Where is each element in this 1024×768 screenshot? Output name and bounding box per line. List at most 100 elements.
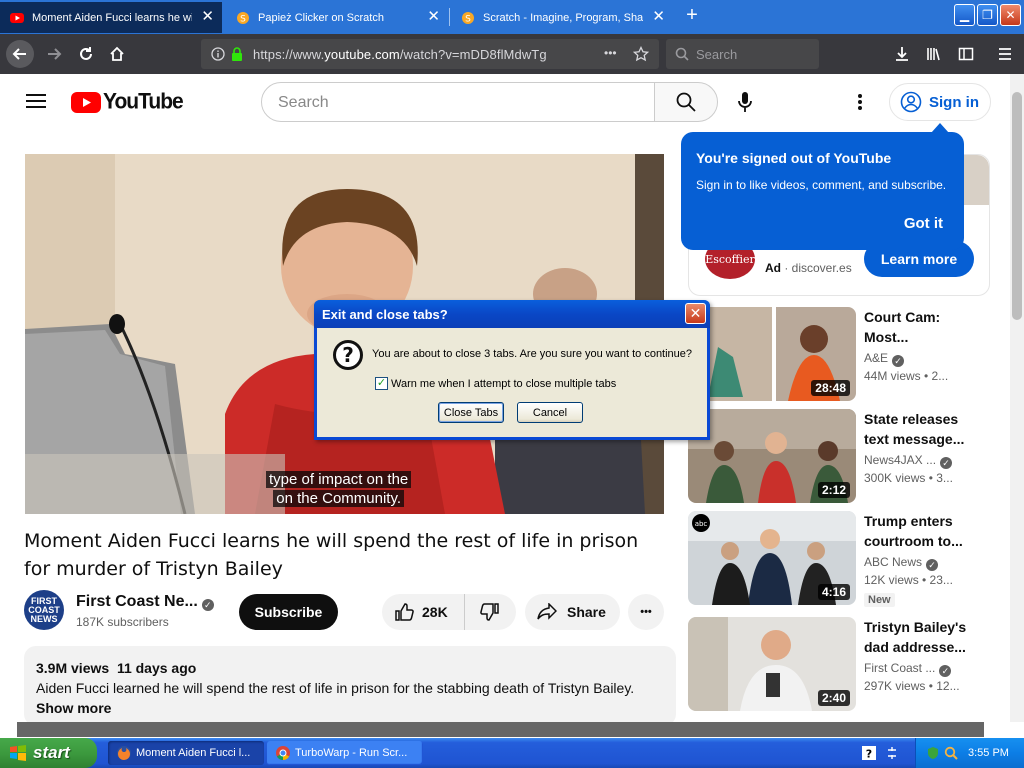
- taskbar-item-firefox[interactable]: Moment Aiden Fucci l...: [108, 741, 264, 765]
- minimize-button[interactable]: ▁: [954, 4, 975, 26]
- horizontal-scrollbar[interactable]: [17, 722, 984, 737]
- subscribe-button[interactable]: Subscribe: [239, 594, 338, 630]
- start-button[interactable]: start: [0, 738, 97, 768]
- channel-avatar[interactable]: FIRST COAST NEWS: [24, 590, 64, 630]
- search-icon: [675, 47, 689, 61]
- search-input[interactable]: Search: [261, 82, 655, 122]
- vertical-scrollbar[interactable]: [1010, 74, 1024, 722]
- more-actions-button[interactable]: •••: [628, 594, 664, 630]
- channel-name[interactable]: First Coast Ne... ✓: [76, 593, 214, 611]
- window-close-button[interactable]: ✕: [1000, 4, 1021, 26]
- warn-checkbox-label[interactable]: Warn me when I attempt to close multiple…: [391, 378, 616, 390]
- video-title[interactable]: Court Cam: Most...: [864, 307, 982, 347]
- video-duration: 4:16: [817, 584, 850, 600]
- tab-youtube[interactable]: Moment Aiden Fucci learns he will s ✕: [0, 2, 222, 33]
- description-box[interactable]: 3.9M views 11 days ago Aiden Fucci learn…: [24, 646, 676, 726]
- browser-search-field[interactable]: Search: [666, 39, 819, 69]
- close-icon[interactable]: ✕: [201, 9, 214, 25]
- warn-checkbox[interactable]: ✓: [375, 377, 388, 390]
- download-icon: [896, 47, 908, 61]
- recommended-video[interactable]: 28:48 Court Cam: Most... A&E ✓ 44M views …: [688, 307, 988, 401]
- scrollbar-thumb[interactable]: [1012, 92, 1022, 320]
- dialog-close-button[interactable]: ✕: [685, 303, 706, 324]
- reload-button[interactable]: [72, 40, 100, 68]
- taskbar-item-turbowarp[interactable]: TurboWarp - Run Scr...: [267, 741, 423, 765]
- video-thumbnail[interactable]: 2:40: [688, 617, 856, 711]
- svg-text:S: S: [465, 14, 471, 24]
- youtube-logo[interactable]: YouTube: [71, 89, 184, 114]
- channel-name[interactable]: A&E ✓: [864, 351, 905, 367]
- help-icon[interactable]: ?: [862, 746, 876, 760]
- close-icon[interactable]: ✕: [652, 9, 665, 25]
- star-bookmark-icon[interactable]: [633, 46, 649, 62]
- reload-icon: [80, 47, 92, 60]
- downloads-button[interactable]: [888, 40, 916, 68]
- scratch-favicon-icon: S: [462, 11, 474, 24]
- chrome-icon: [276, 746, 290, 761]
- lock-icon[interactable]: [231, 47, 243, 61]
- search-button[interactable]: [654, 82, 718, 122]
- video-title[interactable]: Tristyn Bailey's dad addresse...: [864, 617, 982, 657]
- microphone-icon[interactable]: [738, 92, 752, 112]
- youtube-logo-text: YouTube: [103, 89, 184, 114]
- tab-scratch[interactable]: S Scratch - Imagine, Program, Share ✕: [451, 2, 673, 33]
- guide-menu-icon[interactable]: [26, 93, 46, 109]
- recommended-video[interactable]: 2:12 State releases text message... News…: [688, 409, 988, 503]
- like-button[interactable]: 28K: [382, 594, 465, 630]
- cancel-button[interactable]: Cancel: [517, 402, 583, 423]
- shield-icon[interactable]: [926, 746, 940, 760]
- youtube-header: YouTube Search Sign in: [0, 74, 1010, 130]
- video-duration: 2:12: [817, 482, 850, 498]
- channel-name[interactable]: News4JAX ... ✓: [864, 453, 953, 469]
- video-title: Moment Aiden Fucci learns he will spend …: [24, 530, 639, 580]
- restore-button[interactable]: ❐: [977, 4, 998, 26]
- channel-name[interactable]: First Coast ... ✓: [864, 661, 952, 677]
- video-caption: type of impact on the on the Community.: [266, 470, 412, 508]
- clock: 3:55 PM: [968, 747, 1009, 759]
- close-icon[interactable]: ✕: [427, 9, 440, 25]
- svg-text:abc: abc: [695, 520, 708, 528]
- menu-button[interactable]: [991, 40, 1019, 68]
- share-button[interactable]: Share: [525, 594, 620, 630]
- caption-line-2: on the Community.: [273, 490, 405, 507]
- page-actions-button[interactable]: •••: [604, 46, 617, 60]
- recommended-video[interactable]: abc 4:16 Trump enters courtroom to... AB…: [688, 511, 988, 607]
- forward-button[interactable]: [40, 40, 68, 68]
- show-more-link[interactable]: Show more: [36, 698, 664, 718]
- video-duration: 28:48: [811, 380, 850, 396]
- url-prefix: https://www.: [253, 47, 325, 62]
- system-tray: 3:55 PM: [915, 738, 1024, 768]
- library-button[interactable]: [920, 40, 948, 68]
- taskbar: start Moment Aiden Fucci l... TurboWarp …: [0, 738, 1024, 768]
- description-text: Aiden Fucci learned he will spend the re…: [36, 680, 635, 696]
- video-thumbnail[interactable]: 2:12: [688, 409, 856, 503]
- browser-toolbar: https://www.youtube.com/watch?v=mDD8flMd…: [0, 34, 1024, 74]
- home-button[interactable]: [103, 40, 131, 68]
- close-tabs-button[interactable]: Close Tabs: [438, 402, 504, 423]
- verified-icon: ✓: [926, 559, 939, 571]
- recommended-video[interactable]: 2:40 Tristyn Bailey's dad addresse... Fi…: [688, 617, 988, 711]
- thumbs-down-icon: [480, 603, 499, 621]
- svg-text:?: ?: [866, 748, 872, 761]
- youtube-favicon-icon: [10, 12, 24, 23]
- info-icon[interactable]: [211, 47, 225, 61]
- back-button[interactable]: [6, 40, 34, 68]
- tab-papiez-clicker[interactable]: S Papież Clicker on Scratch ✕: [226, 2, 448, 33]
- got-it-button[interactable]: Got it: [904, 215, 943, 232]
- video-title[interactable]: Trump enters courtroom to...: [864, 511, 982, 551]
- video-thumbnail[interactable]: 28:48: [688, 307, 856, 401]
- video-title[interactable]: State releases text message...: [864, 409, 982, 449]
- url-bar[interactable]: https://www.youtube.com/watch?v=mDD8flMd…: [201, 39, 659, 69]
- dislike-button[interactable]: [465, 602, 515, 622]
- search-placeholder: Search: [278, 94, 329, 111]
- upload-date: 11 days ago: [116, 660, 197, 676]
- sidebar-button[interactable]: [952, 40, 980, 68]
- channel-name[interactable]: ABC News ✓: [864, 555, 939, 571]
- video-thumbnail[interactable]: abc 4:16: [688, 511, 856, 605]
- more-vertical-icon[interactable]: [857, 93, 863, 111]
- search-icon[interactable]: [944, 746, 958, 760]
- sign-in-button[interactable]: Sign in: [889, 83, 991, 121]
- new-tab-button[interactable]: +: [682, 5, 702, 27]
- share-label: Share: [567, 604, 606, 620]
- network-icon[interactable]: [886, 746, 898, 760]
